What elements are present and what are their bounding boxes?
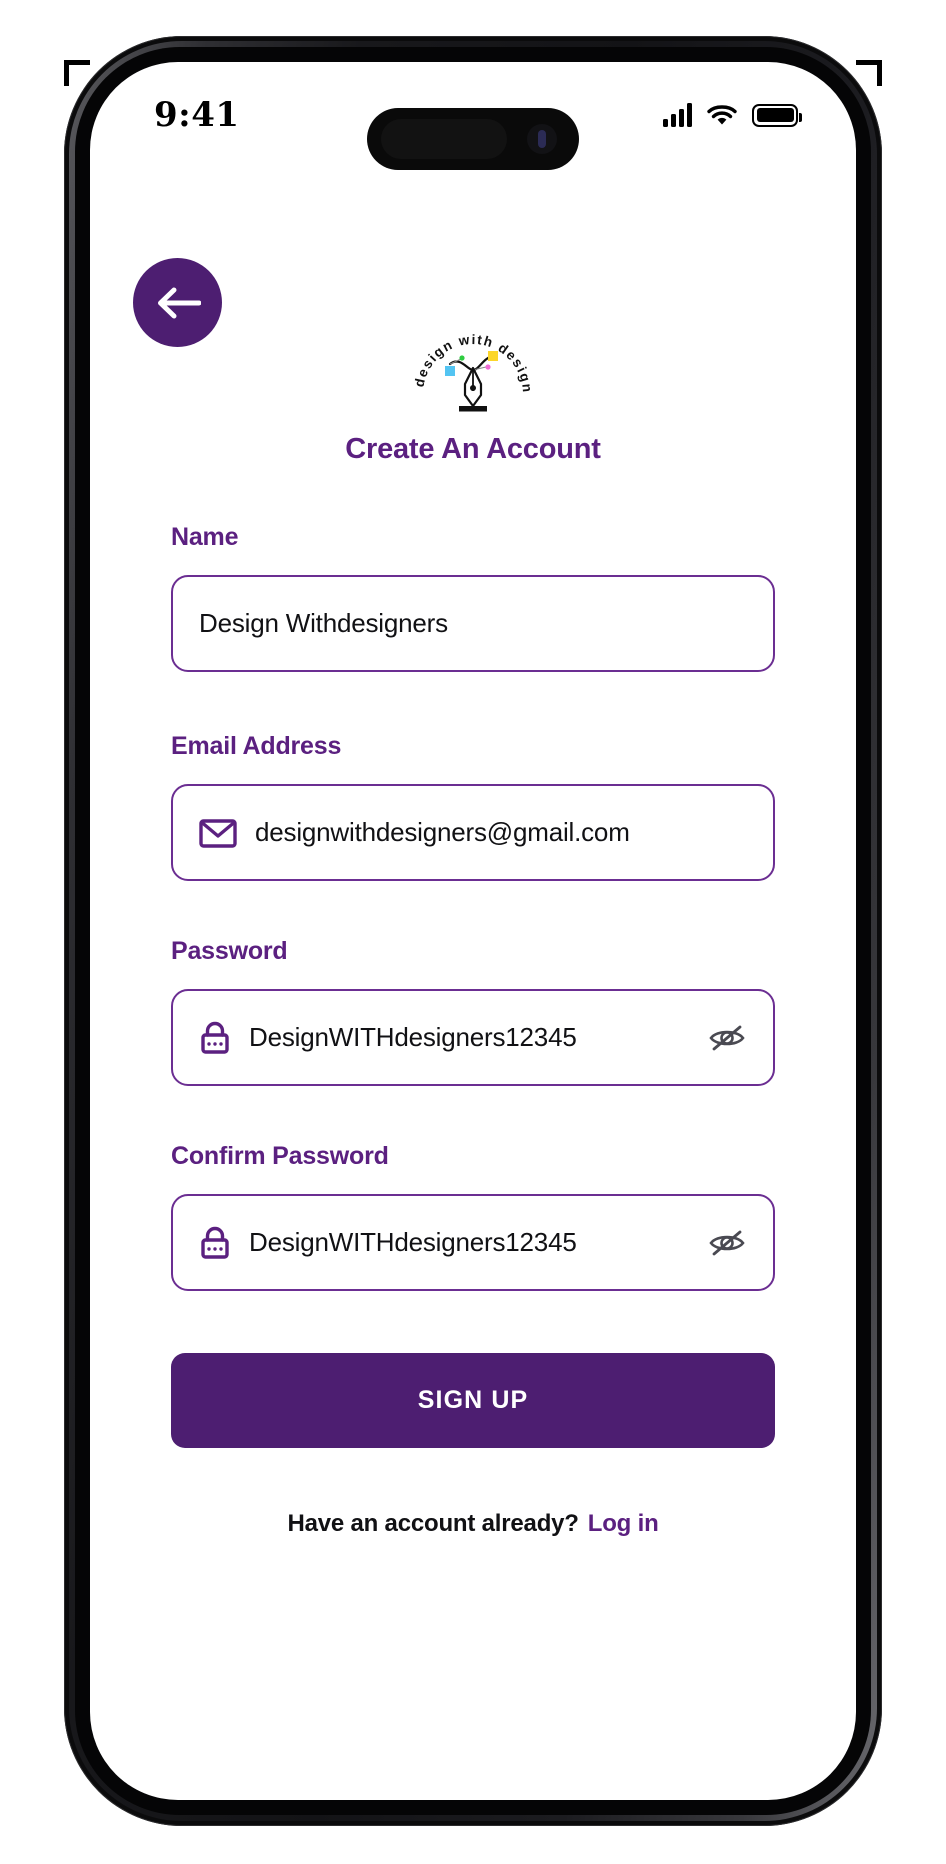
field-label-email: Email Address xyxy=(171,732,342,760)
field-label-password: Password xyxy=(171,937,288,965)
back-button[interactable] xyxy=(133,258,222,347)
field-label-name: Name xyxy=(171,523,239,551)
signup-form: Name Design Withdesigners Email Address xyxy=(171,523,775,1538)
battery-icon xyxy=(752,103,802,127)
field-confirm-password: Confirm Password DesignWITHdesigners1234… xyxy=(171,1142,775,1291)
password-input[interactable]: DesignWITHdesigners12345 xyxy=(171,989,775,1086)
wifi-icon xyxy=(707,105,737,125)
email-input-value: designwithdesigners@gmail.com xyxy=(255,817,630,847)
status-indicators xyxy=(663,103,802,127)
sign-up-button[interactable]: SIGN UP xyxy=(171,1353,775,1448)
phone-mockup: 9:41 design with design Create An Accoun… xyxy=(64,36,882,1826)
field-password: Password DesignWITHdesigners12345 xyxy=(171,937,775,1086)
lock-icon xyxy=(199,1021,231,1055)
password-input-value: DesignWITHdesigners12345 xyxy=(249,1022,577,1052)
confirm-password-input-value: DesignWITHdesigners12345 xyxy=(249,1227,577,1257)
front-camera-icon xyxy=(527,124,557,154)
login-prompt: Have an account already? Log in xyxy=(171,1510,775,1538)
lock-icon xyxy=(199,1226,231,1260)
field-label-confirm-password: Confirm Password xyxy=(171,1142,389,1170)
confirm-password-input[interactable]: DesignWITHdesigners12345 xyxy=(171,1194,775,1291)
login-prompt-text: Have an account already? xyxy=(287,1510,579,1537)
crop-mark-top-right-v xyxy=(877,60,882,86)
island-pill xyxy=(381,119,507,159)
email-input[interactable]: designwithdesigners@gmail.com xyxy=(171,784,775,881)
envelope-icon xyxy=(199,818,237,848)
log-in-link[interactable]: Log in xyxy=(588,1510,659,1537)
cellular-signal-icon xyxy=(663,103,692,127)
name-input-value: Design Withdesigners xyxy=(199,608,448,638)
name-input[interactable]: Design Withdesigners xyxy=(171,575,775,672)
arrow-left-icon xyxy=(157,287,201,318)
design-with-designers-logo: design with designers xyxy=(411,318,534,412)
page-title: Create An Account xyxy=(345,433,601,465)
screenshot-canvas: 9:41 design with design Create An Accoun… xyxy=(0,0,946,1864)
field-name: Name Design Withdesigners xyxy=(171,523,775,672)
phone-screen: 9:41 design with design Create An Accoun… xyxy=(90,62,856,1800)
field-email: Email Address designwithdesigners@gmail.… xyxy=(171,732,775,881)
eye-off-icon[interactable] xyxy=(707,1022,747,1054)
signup-screen: design with designers Create xyxy=(90,168,856,1800)
crop-mark-top-left-v xyxy=(64,60,69,86)
eye-off-icon[interactable] xyxy=(707,1227,747,1259)
dynamic-island xyxy=(367,108,579,170)
status-clock: 9:41 xyxy=(154,95,240,135)
